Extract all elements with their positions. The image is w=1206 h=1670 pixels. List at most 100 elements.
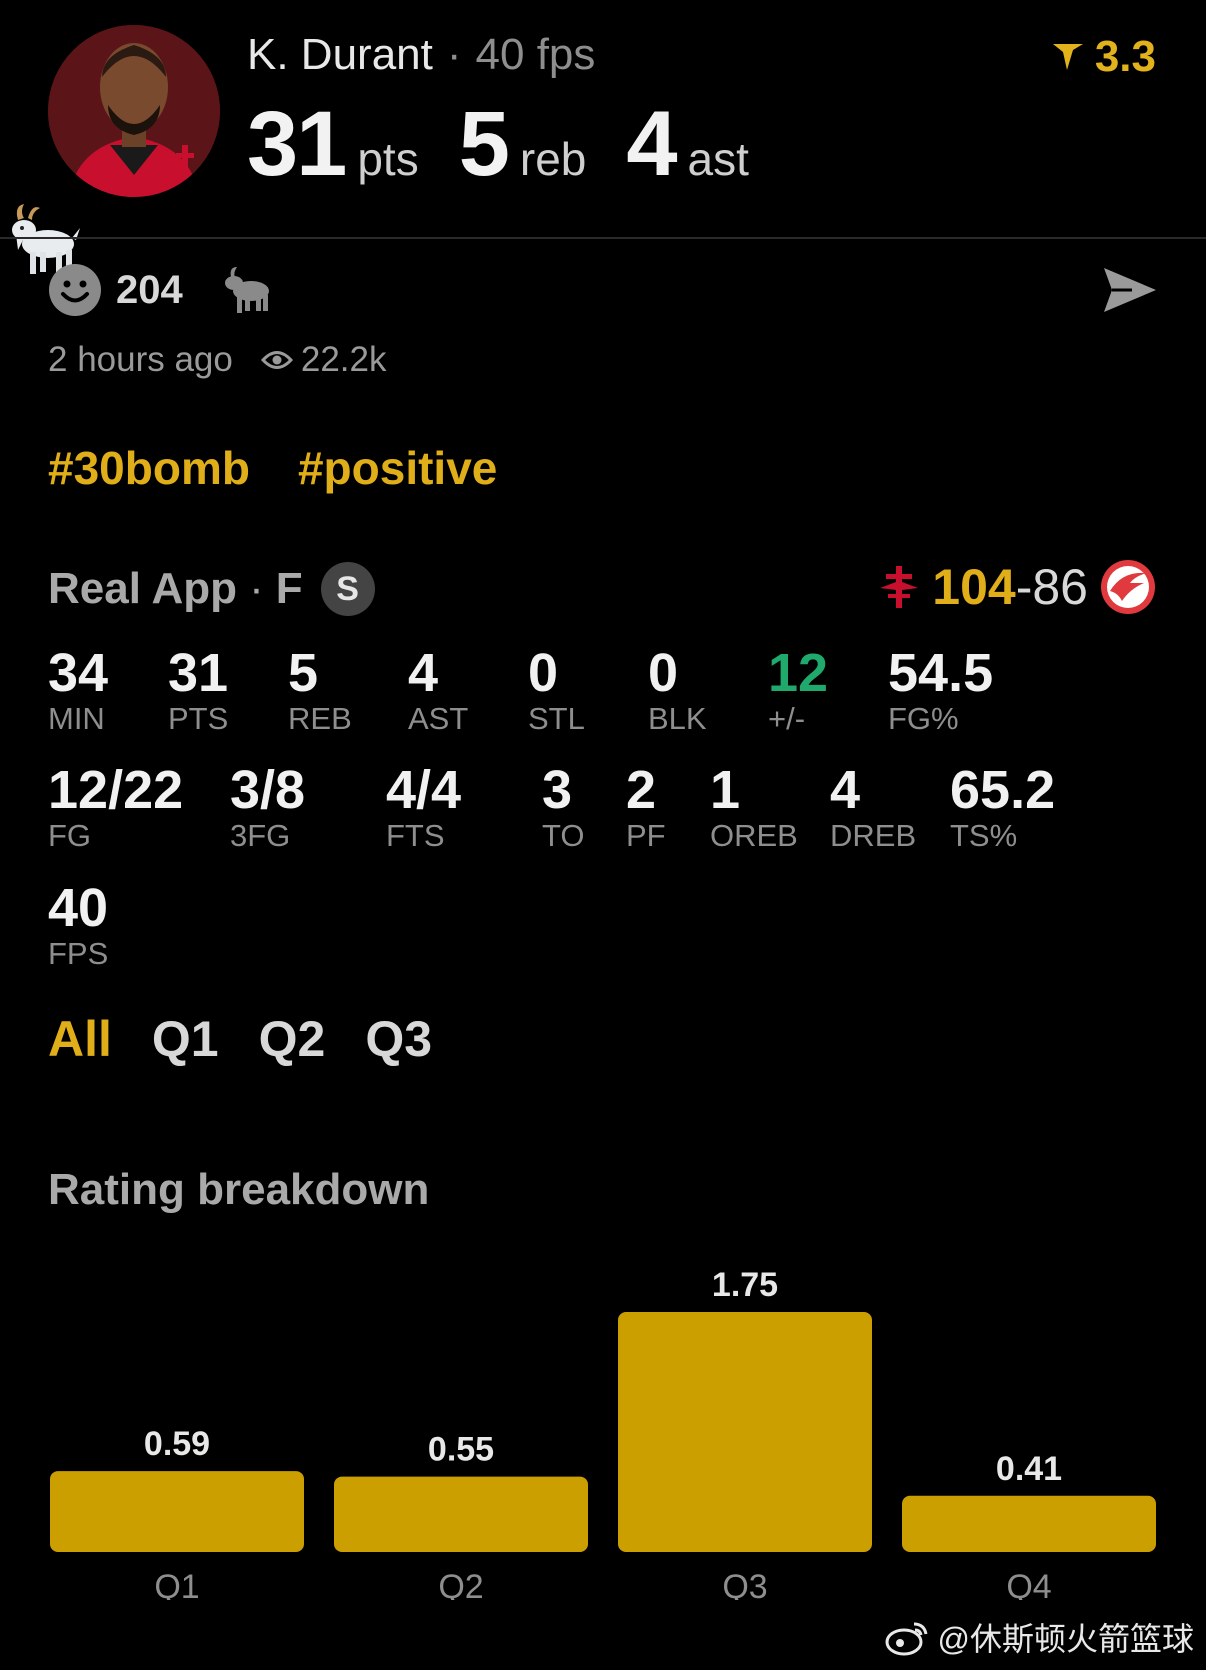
stat-label: FTS — [386, 818, 445, 853]
player-statline: 31 pts 5 reb 4 ast — [247, 92, 789, 197]
stat-ts-pct: 65.2 TS% — [950, 762, 1055, 854]
stat-blk: 0 BLK — [648, 645, 707, 737]
hawks-logo-icon — [1101, 560, 1155, 614]
stat-value: 0 — [528, 643, 559, 703]
stat-pts: 31 PTS — [168, 645, 228, 737]
rating-value: 3.3 — [1094, 32, 1156, 81]
stat-label: 3FG — [230, 818, 291, 853]
separator-dot: · — [249, 564, 264, 613]
send-icon[interactable] — [1102, 266, 1158, 314]
post-time: 2 hours ago — [48, 340, 233, 379]
bar-category-label: Q1 — [154, 1568, 199, 1600]
stat-fps: 40 FPS — [48, 880, 108, 972]
stat-value: 31 — [168, 643, 229, 703]
player-position: F — [275, 564, 303, 613]
stat-label: DREB — [830, 818, 917, 853]
game-title: Real App — [48, 564, 238, 613]
statline-reb-unit: reb — [519, 133, 587, 185]
bar-q2[interactable] — [334, 1476, 588, 1552]
player-name[interactable]: K. Durant — [247, 30, 433, 79]
stat-fts: 4/4 FTS — [386, 762, 461, 854]
stat-label: FPS — [48, 936, 109, 971]
tab-q2[interactable]: Q2 — [259, 1010, 326, 1068]
player-photo — [48, 25, 220, 197]
tab-q1[interactable]: Q1 — [152, 1010, 219, 1068]
statline-ast-unit: ast — [687, 133, 749, 185]
post-card: K. Durant · 40 fps 3.3 31 pts 5 reb 4 ast 204 — [0, 0, 1206, 1670]
away-score: 86 — [1032, 559, 1088, 615]
stat-value: 3 — [542, 760, 573, 820]
stat-label: AST — [408, 701, 469, 736]
weibo-watermark: @休斯顿火箭篮球 — [884, 1614, 1195, 1660]
tab-all[interactable]: All — [48, 1010, 112, 1068]
stat-fg: 12/22 FG — [48, 762, 183, 854]
stat-value: 2 — [626, 760, 657, 820]
stat-value: 4 — [830, 760, 861, 820]
starter-badge: S — [320, 562, 375, 616]
post-meta: 2 hours ago 22.2k — [48, 340, 387, 380]
bar-value-label: 0.41 — [996, 1450, 1062, 1488]
tab-q3[interactable]: Q3 — [365, 1010, 432, 1068]
stat-pf: 2 PF — [626, 762, 666, 854]
stat-min: 34 MIN — [48, 645, 108, 737]
stat-value: 34 — [48, 643, 109, 703]
bar-category-label: Q3 — [722, 1568, 767, 1600]
bar-q3[interactable] — [618, 1312, 872, 1552]
statline-pts-unit: pts — [357, 133, 419, 185]
stat-oreb: 1 OREB — [710, 762, 798, 854]
player-avatar[interactable] — [48, 25, 220, 197]
home-score: 104 — [932, 559, 1016, 615]
stat-value: 4 — [408, 643, 439, 703]
period-tabs: All Q1 Q2 Q3 — [48, 1010, 432, 1068]
tag-positive[interactable]: #positive — [298, 441, 497, 495]
weibo-icon — [885, 1622, 927, 1656]
stat-label: PTS — [168, 701, 229, 736]
statline-pts-value: 31 — [247, 93, 347, 195]
stat-to: 3 TO — [542, 762, 585, 854]
stat-value: 40 — [48, 878, 109, 938]
game-info: Real App · F S — [48, 562, 375, 616]
stat-value: 5 — [288, 643, 319, 703]
watermark-text: @休斯顿火箭篮球 — [937, 1621, 1195, 1657]
rating-icon — [1052, 44, 1083, 70]
stat-value: 1 — [710, 760, 741, 820]
reaction-count: 204 — [116, 267, 183, 312]
stat-value: 12/22 — [48, 760, 184, 820]
player-rating[interactable]: 3.3 — [1051, 32, 1156, 82]
tag-30bomb[interactable]: #30bomb — [48, 441, 250, 495]
stat-fg-pct: 54.5 FG% — [888, 645, 993, 737]
bar-value-label: 0.55 — [428, 1431, 494, 1469]
stat-value: 3/8 — [230, 760, 306, 820]
rating-breakdown-title: Rating breakdown — [48, 1165, 430, 1214]
bar-q1[interactable] — [50, 1471, 304, 1552]
stat-label: BLK — [648, 701, 707, 736]
tag-list: #30bomb #positive — [48, 441, 497, 495]
score-dash: - — [1015, 559, 1033, 615]
statline-reb-value: 5 — [458, 93, 510, 195]
separator-dot: · — [446, 30, 462, 79]
bar-q4[interactable] — [902, 1495, 1156, 1552]
stat-label: REB — [288, 701, 352, 736]
view-count: 22.2k — [300, 340, 387, 379]
stat-label: PF — [626, 818, 666, 853]
rockets-logo-icon — [880, 566, 919, 608]
stat-stl: 0 STL — [528, 645, 585, 737]
stat-value: 4/4 — [386, 760, 462, 820]
stat-label: TS% — [950, 818, 1018, 853]
bar-value-label: 1.75 — [712, 1266, 778, 1304]
stat-value: 12 — [768, 643, 829, 703]
statline-ast-value: 4 — [626, 93, 677, 195]
stat-label: FG% — [888, 701, 959, 736]
smiley-reaction-icon[interactable] — [48, 263, 102, 317]
stat-dreb: 4 DREB — [830, 762, 916, 854]
stat-value: 54.5 — [888, 643, 994, 703]
stat-value: 0 — [648, 643, 679, 703]
game-score[interactable]: 104-86 — [878, 558, 1156, 616]
stat-label: MIN — [48, 701, 105, 736]
goat-reaction-icon[interactable] — [219, 263, 273, 317]
player-header: K. Durant · 40 fps — [247, 30, 595, 80]
stat-label: STL — [528, 701, 585, 736]
stat-plus-minus: 12 +/- — [768, 645, 828, 737]
stat-3fg: 3/8 3FG — [230, 762, 305, 854]
stat-reb: 5 REB — [288, 645, 352, 737]
